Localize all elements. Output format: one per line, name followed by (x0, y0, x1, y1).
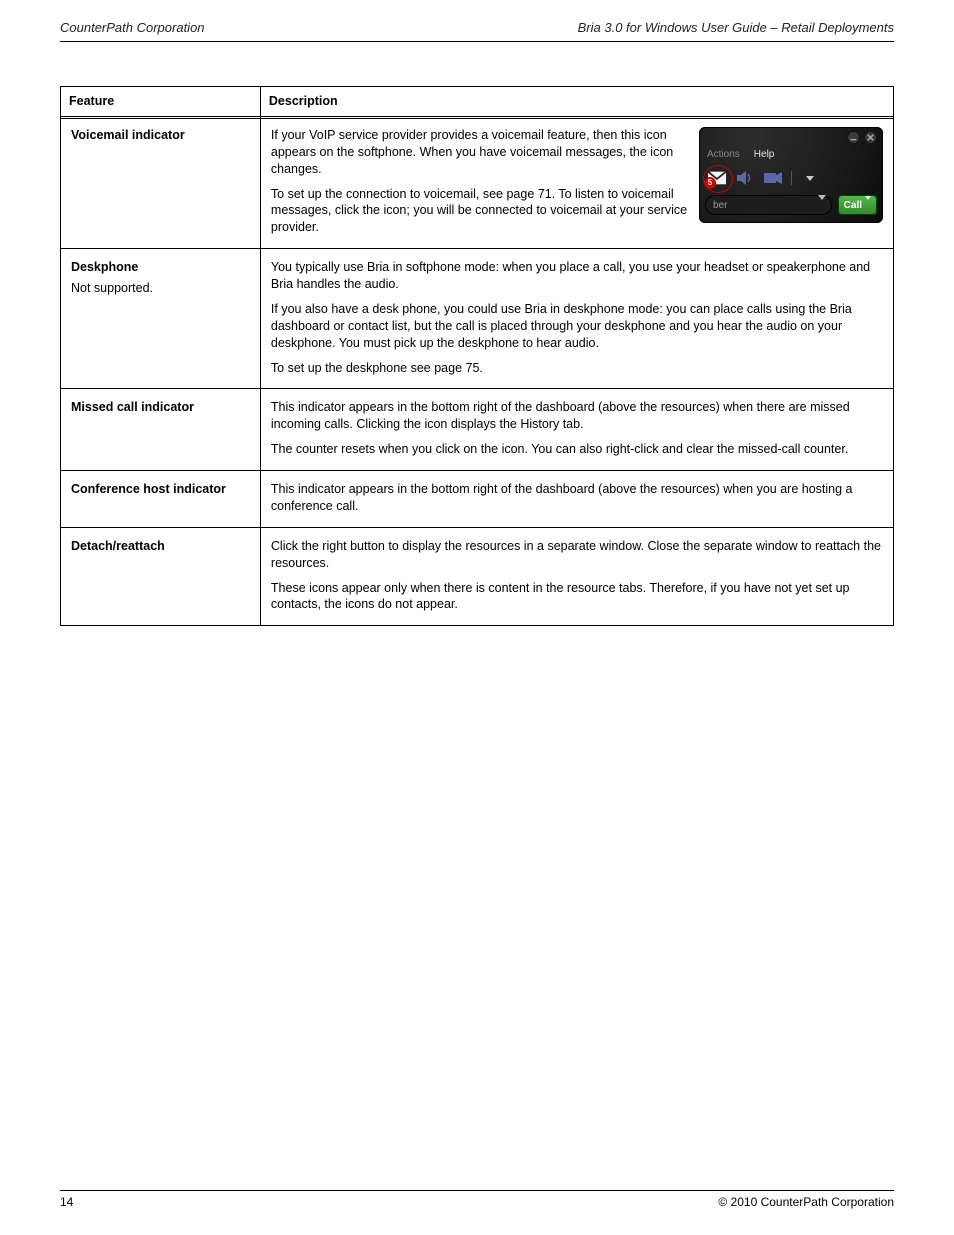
speaker-icon[interactable] (735, 169, 755, 187)
voicemail-envelope-icon[interactable]: 5 (707, 169, 727, 187)
feature-title: Missed call indicator (71, 400, 194, 414)
close-icon[interactable] (864, 131, 877, 144)
description-text: You typically use Bria in softphone mode… (271, 259, 883, 293)
chevron-down-icon[interactable] (865, 199, 871, 213)
table-header-row: Feature Description (61, 87, 894, 117)
header-rule (60, 41, 894, 42)
feature-table: Feature Description Voicemail indicator (60, 86, 894, 626)
header-running-title: Bria 3.0 for Windows User Guide – Retail… (578, 20, 894, 35)
feature-title: Detach/reattach (71, 539, 165, 553)
feature-title: Deskphone (71, 260, 138, 274)
col-header-description: Description (260, 87, 893, 117)
description-text: To set up the deskphone see page 75. (271, 360, 883, 377)
menu-item-actions[interactable]: Actions (707, 148, 740, 162)
description-text: This indicator appears in the bottom rig… (271, 481, 883, 515)
table-row: Missed call indicator This indicator app… (61, 389, 894, 471)
toolbar-separator (791, 171, 792, 185)
voicemail-screenshot: Actions Help 5 (699, 127, 883, 224)
minimize-icon[interactable] (847, 131, 860, 144)
feature-title: Voicemail indicator (71, 128, 185, 142)
menu-item-help[interactable]: Help (754, 148, 775, 162)
table-row: Conference host indicator This indicator… (61, 471, 894, 528)
page-number: 14 (60, 1195, 73, 1209)
footer-rule (60, 1190, 894, 1191)
copyright-text: © 2010 CounterPath Corporation (718, 1195, 894, 1209)
feature-subtitle: Not supported. (71, 280, 250, 297)
table-row: Deskphone Not supported. You typically u… (61, 249, 894, 389)
dial-input-text: ber (713, 199, 727, 213)
call-button-label: Call (844, 199, 862, 213)
description-text: If you also have a desk phone, you could… (271, 301, 883, 352)
col-header-feature: Feature (61, 87, 261, 117)
description-text: Click the right button to display the re… (271, 538, 883, 572)
description-text: These icons appear only when there is co… (271, 580, 883, 614)
camera-icon[interactable] (763, 169, 783, 187)
description-text: This indicator appears in the bottom rig… (271, 399, 883, 433)
description-text: The counter resets when you click on the… (271, 441, 883, 458)
table-row: Voicemail indicator (61, 116, 894, 248)
feature-title: Conference host indicator (71, 482, 226, 496)
header-product: CounterPath Corporation (60, 20, 205, 35)
call-button[interactable]: Call (838, 195, 877, 215)
chevron-down-icon[interactable] (818, 199, 826, 213)
chevron-down-icon[interactable] (800, 169, 820, 187)
page-footer: 14 © 2010 CounterPath Corporation (60, 1190, 894, 1209)
table-row: Detach/reattach Click the right button t… (61, 527, 894, 626)
dial-input[interactable]: ber (705, 195, 832, 215)
